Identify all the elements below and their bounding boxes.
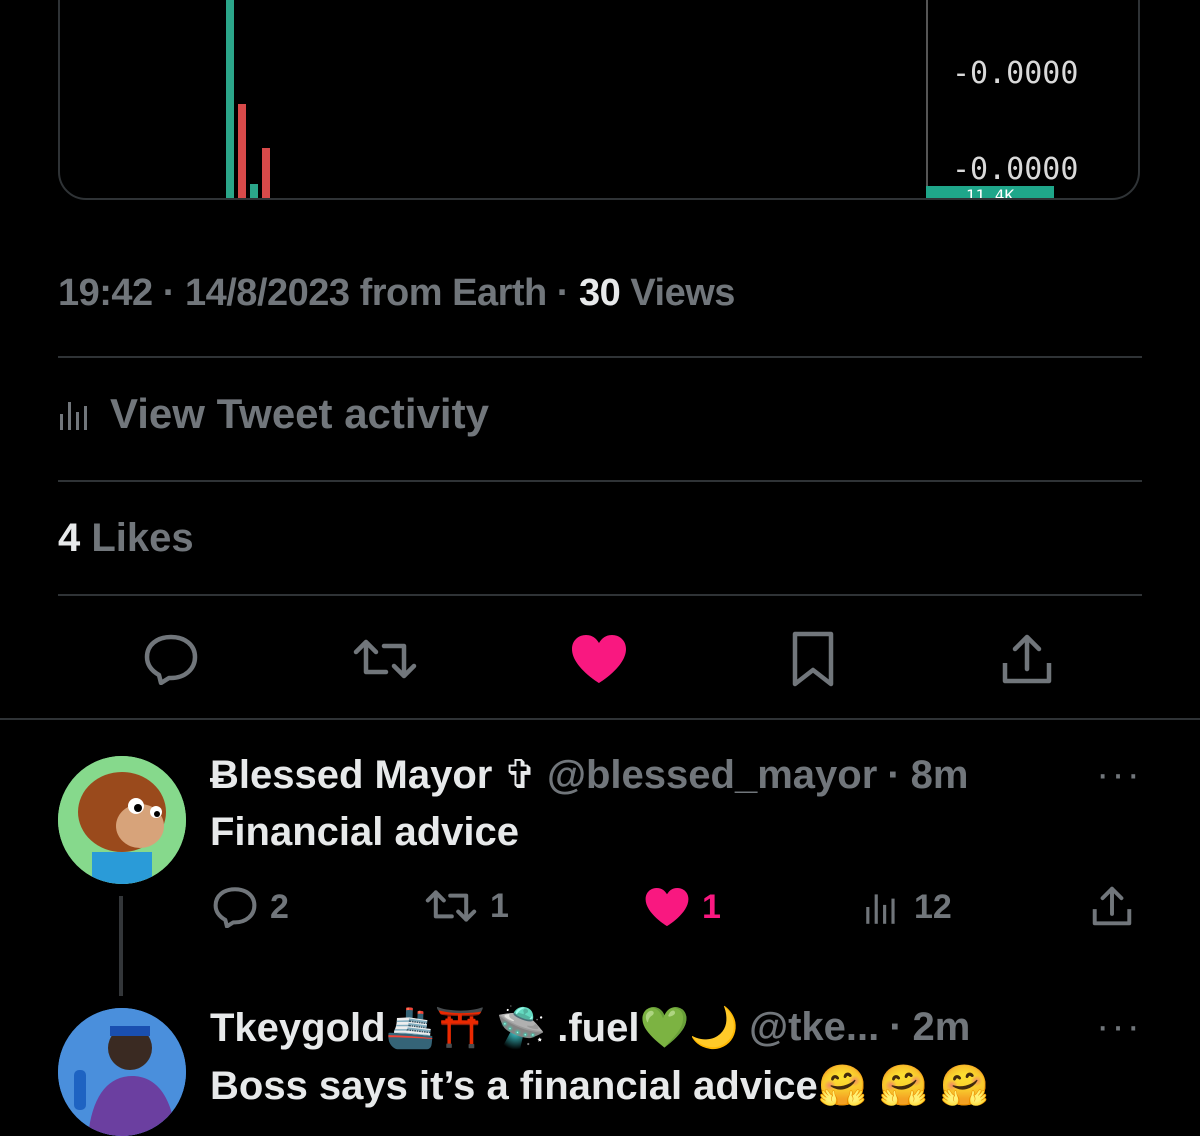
- price-axis-divider: [926, 0, 928, 198]
- thread-line: [119, 896, 123, 996]
- reply-text: Financial advice: [210, 810, 520, 854]
- avatar[interactable]: [58, 1008, 186, 1136]
- reply-count-button[interactable]: 2: [212, 886, 289, 928]
- candle-red-2: [262, 148, 270, 198]
- view-tweet-activity-link[interactable]: View Tweet activity: [58, 390, 489, 438]
- reply-count: 2: [270, 887, 289, 926]
- heart-filled-icon: [572, 635, 626, 683]
- likes-summary[interactable]: 4 Likes: [58, 516, 194, 561]
- bookmark-button[interactable]: [778, 624, 848, 694]
- retweet-count-button[interactable]: 1: [424, 886, 509, 926]
- tweet-source: from Earth: [359, 272, 548, 314]
- likes-count: 4: [58, 516, 81, 560]
- analytics-icon: [866, 894, 895, 924]
- avatar[interactable]: [58, 756, 186, 884]
- reply-header: Tkeygold🚢⛩️ 🛸 .fuel💚🌙 @tke... · 2m: [210, 1004, 971, 1051]
- views-count: 12: [914, 887, 952, 926]
- analytics-icon: [60, 402, 87, 430]
- candle-red: [238, 104, 246, 198]
- like-button[interactable]: [564, 624, 634, 694]
- tweet-date: 14/8/2023: [184, 272, 350, 314]
- more-options-icon[interactable]: ···: [1096, 752, 1142, 797]
- retweet-button[interactable]: [350, 624, 420, 694]
- user-handle[interactable]: @blessed_mayor: [547, 753, 877, 798]
- like-count: 1: [702, 887, 721, 926]
- share-button[interactable]: [1090, 884, 1134, 928]
- divider: [58, 594, 1142, 596]
- section-divider: [0, 718, 1200, 720]
- monkey-avatar-icon: [58, 756, 186, 884]
- views-label: Views: [630, 272, 735, 314]
- more-options-icon[interactable]: ···: [1096, 1004, 1142, 1049]
- share-button[interactable]: [992, 624, 1062, 694]
- reply-button[interactable]: [136, 624, 206, 694]
- candle-green: [226, 0, 234, 198]
- divider: [58, 356, 1142, 358]
- display-name[interactable]: Tkeygold🚢⛩️ 🛸 .fuel💚🌙: [210, 1004, 739, 1051]
- reply-icon: [144, 634, 198, 685]
- like-count-button[interactable]: 1: [644, 886, 721, 928]
- price-label: -0.0000: [952, 56, 1079, 91]
- retweet-icon: [353, 639, 417, 679]
- reply-header: Ƀlessed Mayor ✞ @blessed_mayor · 8m: [210, 752, 969, 798]
- reply-text: Boss says it’s a financial advice🤗 🤗 🤗: [210, 1064, 990, 1108]
- likes-label: Likes: [91, 516, 194, 560]
- price-label: -0.0000: [952, 152, 1079, 187]
- retweet-count: 1: [490, 886, 509, 925]
- person-avatar-icon: [58, 1008, 186, 1136]
- views-count: 30: [579, 272, 621, 314]
- view-tweet-activity-label: View Tweet activity: [110, 390, 489, 437]
- volume-badge: 11.4K: [926, 186, 1054, 198]
- share-icon: [1002, 634, 1052, 684]
- divider: [58, 480, 1142, 482]
- reply-time[interactable]: 8m: [911, 753, 969, 798]
- chart-card[interactable]: -0.0000 -0.0000 11.4K: [58, 0, 1140, 200]
- views-count-button[interactable]: 12: [862, 886, 952, 928]
- share-icon: [1092, 886, 1132, 926]
- retweet-icon: [425, 890, 477, 922]
- display-name[interactable]: Ƀlessed Mayor ✞: [210, 752, 537, 798]
- bookmark-icon: [792, 631, 834, 687]
- tweet-meta: 19:42 · 14/8/2023 from Earth · 30 Views: [58, 272, 735, 314]
- reply-icon: [213, 887, 257, 928]
- candle-green-small: [250, 184, 258, 198]
- tweet-time: 19:42: [58, 272, 153, 314]
- heart-filled-icon: [645, 887, 689, 927]
- user-handle[interactable]: @tke...: [749, 1005, 879, 1050]
- reply-time[interactable]: 2m: [913, 1005, 971, 1050]
